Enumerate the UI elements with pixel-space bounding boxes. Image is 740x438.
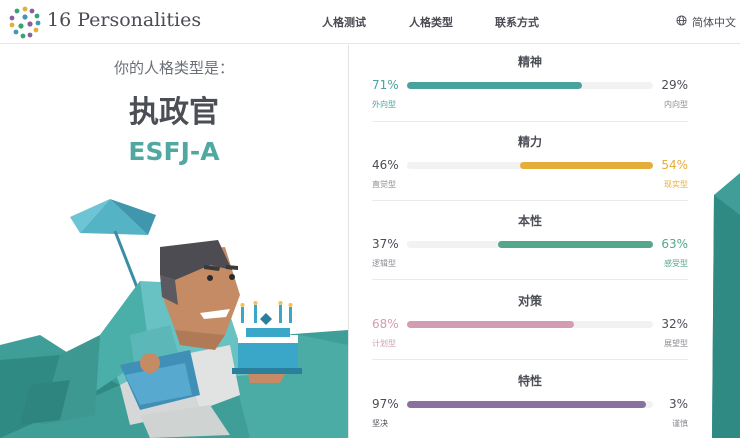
trait-bar — [407, 162, 653, 169]
trait-tactics: 对策 68% 32% 计划型 展望型 — [372, 292, 688, 372]
personality-type-name: 执政官 — [129, 95, 219, 130]
trait-left-label: 逻辑型 — [372, 259, 396, 268]
trait-right-percent: 54% — [661, 158, 688, 172]
trait-left-percent: 71% — [372, 78, 399, 92]
trait-energy: 精力 46% 54% 直觉型 现实型 — [372, 133, 688, 213]
trait-right-label: 内向型 — [664, 100, 688, 109]
trait-right-percent: 63% — [661, 237, 688, 251]
nav-contact[interactable]: 联系方式 — [495, 14, 539, 30]
trait-left-percent: 97% — [372, 397, 399, 411]
trait-title: 精神 — [517, 55, 542, 69]
trait-left-label: 坚决 — [372, 419, 388, 428]
trait-right-label: 展望型 — [664, 339, 688, 348]
trait-right-percent: 32% — [661, 317, 688, 331]
trait-separator — [372, 200, 688, 201]
trait-left-label: 直觉型 — [372, 180, 396, 189]
trait-left-label: 计划型 — [372, 339, 396, 348]
top-header: 16 Personalities 人格测试 人格类型 联系方式 简体中文 — [0, 0, 740, 44]
trait-left-percent: 46% — [372, 158, 399, 172]
nav-personality-types[interactable]: 人格类型 — [409, 14, 453, 30]
result-panel: 你的人格类型是： 执政官 ESFJ-A — [0, 45, 348, 438]
trait-title: 特性 — [517, 374, 542, 388]
consul-character-illustration — [0, 199, 348, 438]
trait-right-percent: 29% — [661, 78, 688, 92]
site-logo-text[interactable]: 16 Personalities — [47, 9, 201, 31]
panel-divider — [348, 45, 349, 438]
trait-left-percent: 37% — [372, 237, 399, 251]
trait-right-percent: 3% — [668, 397, 688, 411]
language-label: 简体中文 — [692, 16, 736, 29]
globe-icon — [676, 15, 687, 26]
trait-left-percent: 68% — [372, 317, 399, 331]
dots-circle-logo-icon[interactable] — [7, 4, 43, 40]
trait-separator — [372, 279, 688, 280]
trait-bar-fill — [498, 241, 653, 248]
trait-separator — [372, 359, 688, 360]
trait-identity: 特性 97% 3% 坚决 谨慎 — [372, 372, 688, 438]
trait-bar — [407, 321, 653, 328]
trait-bar — [407, 401, 653, 408]
trait-title: 本性 — [517, 214, 542, 228]
trait-nature: 本性 37% 63% 逻辑型 感受型 — [372, 212, 688, 292]
trait-bar — [407, 82, 653, 89]
trait-title: 精力 — [517, 135, 542, 149]
trait-right-label: 现实型 — [664, 180, 688, 189]
personality-type-code: ESFJ-A — [128, 137, 220, 166]
result-intro: 你的人格类型是： — [113, 59, 234, 77]
trait-title: 对策 — [517, 294, 542, 308]
nav-personality-test[interactable]: 人格测试 — [322, 14, 366, 30]
trait-bar-fill — [407, 321, 575, 328]
trait-bar-fill — [520, 162, 653, 169]
trait-right-label: 谨慎 — [672, 419, 688, 428]
trait-bar-fill — [407, 82, 582, 89]
teal-background-shape — [712, 173, 740, 438]
trait-left-label: 外向型 — [372, 100, 396, 109]
trait-bar — [407, 241, 653, 248]
trait-right-label: 感受型 — [664, 259, 688, 268]
trait-separator — [372, 121, 688, 122]
trait-bar-fill — [407, 401, 646, 408]
